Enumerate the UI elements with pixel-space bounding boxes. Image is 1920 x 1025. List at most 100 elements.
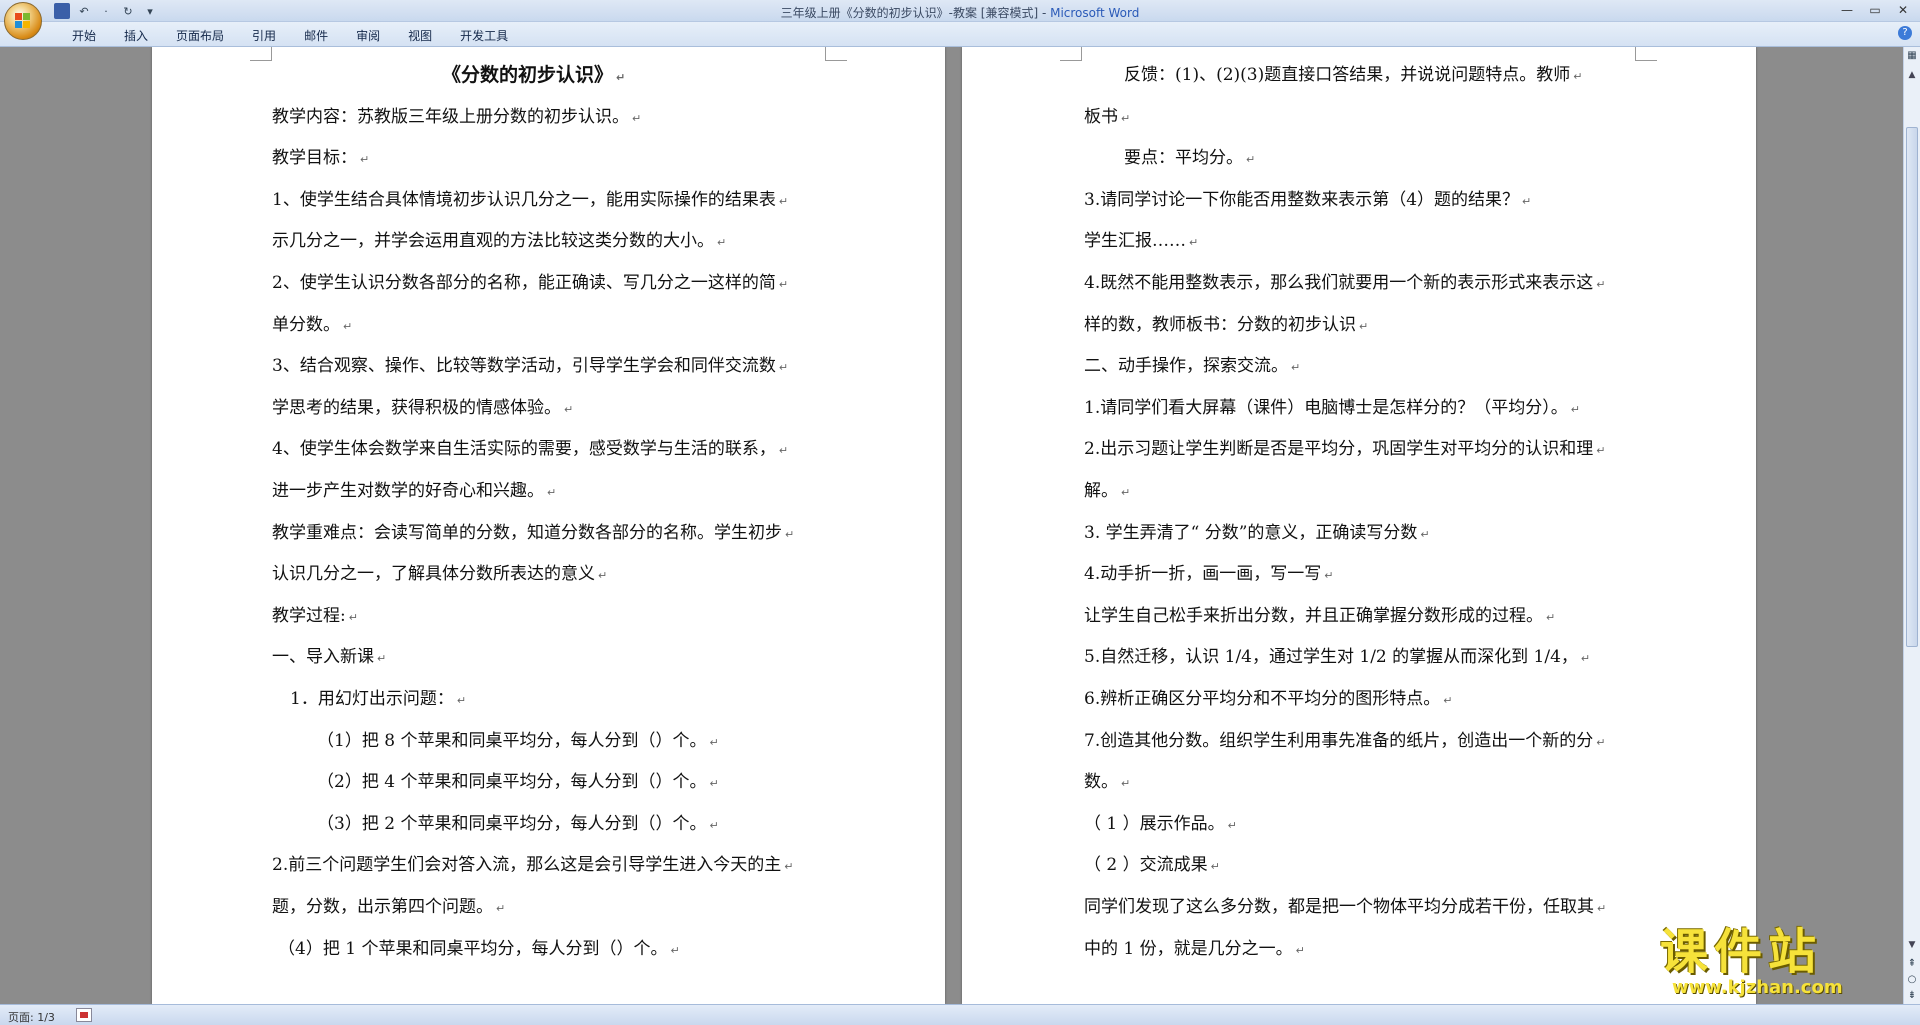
paragraph-text: 数。 — [1084, 772, 1118, 793]
paragraph-text: 板书 — [1084, 106, 1118, 127]
tab-insert[interactable]: 插入 — [110, 27, 162, 44]
paragraph-line[interactable]: 3. 学生弄清了“ 分数”的意义，正确读写分数 ↵ — [1084, 513, 1430, 554]
tab-view[interactable]: 视图 — [394, 27, 446, 44]
macro-recording-icon[interactable] — [76, 1008, 92, 1022]
paragraph-text: 解。 — [1084, 481, 1118, 501]
paragraph-line[interactable]: 要点：平均分。 ↵ — [1124, 138, 1255, 179]
paragraph-text: 4、使学生体会数学来自生活实际的需要，感受数学与生活的联系， — [272, 439, 776, 460]
margin-corner-mark — [825, 47, 847, 61]
paragraph-line[interactable]: 板书 ↵ — [1084, 97, 1130, 138]
paragraph-mark-icon: ↵ — [709, 777, 719, 791]
paragraph-mark-icon: ↵ — [456, 694, 467, 707]
paragraph-mark-icon: ↵ — [1570, 402, 1580, 416]
paragraph-line[interactable]: 学生汇报…… ↵ — [1084, 221, 1198, 262]
paragraph-line[interactable]: （4）把 1 个苹果和同桌平均分，每人分到（）个。 ↵ — [278, 929, 680, 970]
tab-review[interactable]: 审阅 — [342, 27, 394, 44]
paragraph-line[interactable]: 3、结合观察、操作、比较等数学活动，引导学生学会和同伴交流数 ↵ — [272, 346, 788, 387]
paragraph-line[interactable]: 3.请同学讨论一下你能否用整数来表示第（4）题的结果？ ↵ — [1084, 180, 1531, 221]
tab-developer[interactable]: 开发工具 — [446, 27, 522, 44]
paragraph-text: 样的数，教师板书：分数的初步认识 — [1084, 314, 1356, 335]
ribbon-tabs: 开始 插入 页面布局 引用 邮件 审阅 视图 开发工具 — [58, 27, 522, 44]
paragraph-line[interactable]: 1.请同学们看大屏幕（课件）电脑博士是怎样分的？（平均分）。 ↵ — [1084, 388, 1580, 429]
paragraph-line[interactable]: 教学目标： ↵ — [272, 138, 369, 179]
vertical-scrollbar[interactable]: ▦ ▲ ▼ ⇞ ○ ⇟ — [1903, 47, 1920, 1004]
minimize-button[interactable]: — — [1834, 1, 1860, 19]
paragraph-line[interactable]: 解。 ↵ — [1084, 471, 1130, 512]
ruler-toggle-icon[interactable]: ▦ — [1905, 49, 1919, 63]
paragraph-line[interactable]: 同学们发现了这么多分数，都是把一个物体平均分成若干份，任取其 ↵ — [1084, 887, 1606, 928]
paragraph-text: 4.动手折一折，画一画，写一写 — [1084, 564, 1322, 585]
paragraph-line[interactable]: 让学生自己松手来折出分数，并且正确掌握分数形成的过程。 ↵ — [1084, 596, 1555, 637]
paragraph-line[interactable]: 反馈：(1)、(2)(3)题直接口答结果，并说说问题特点。教师 ↵ — [1124, 55, 1582, 96]
scroll-down-arrow-icon[interactable]: ▼ — [1904, 937, 1920, 953]
paragraph-line[interactable]: 6.辨析正确区分平均分和不平均分的图形特点。 ↵ — [1084, 679, 1452, 720]
paragraph-text: 认识几分之一，了解具体分数所表达的意义 — [272, 564, 595, 585]
paragraph-line[interactable]: 进一步产生对数学的好奇心和兴趣。 ↵ — [272, 471, 556, 512]
maximize-button[interactable]: ▭ — [1862, 1, 1888, 19]
help-icon[interactable]: ? — [1898, 26, 1912, 40]
paragraph-line[interactable]: （3）把 2 个苹果和同桌平均分，每人分到（）个。 ↵ — [317, 804, 719, 845]
tab-page-layout[interactable]: 页面布局 — [162, 27, 238, 44]
browse-object-icon[interactable]: ○ — [1905, 973, 1919, 987]
paragraph-line[interactable]: 二、动手操作，探索交流。 ↵ — [1084, 346, 1300, 387]
document-page-right[interactable]: 反馈：(1)、(2)(3)题直接口答结果，并说说问题特点。教师 ↵ 板书 ↵ 要点：平均… — [962, 47, 1756, 1004]
paragraph-line[interactable]: 教学重难点：会读写简单的分数，知道分数各部分的名称。学生初步 ↵ — [272, 513, 794, 554]
paragraph-line[interactable]: 示几分之一，并学会运用直观的方法比较这类分数的大小。 ↵ — [272, 221, 726, 262]
tab-mailings[interactable]: 邮件 — [290, 27, 342, 44]
tab-references[interactable]: 引用 — [238, 27, 290, 44]
document-area[interactable]: 《分数的初步认识》 ↵ 教学内容：苏教版三年级上册分数的初步认识。 ↵ 教学目标： ↵ 1、… — [0, 47, 1903, 1004]
paragraph-line[interactable]: 2、使学生认识分数各部分的名称，能正确读、写几分之一这样的简 ↵ — [272, 263, 788, 304]
previous-page-icon[interactable]: ⇞ — [1905, 957, 1919, 971]
paragraph-mark-icon: ↵ — [1121, 486, 1131, 499]
paragraph-mark-icon: ↵ — [717, 236, 727, 250]
paragraph-line[interactable]: 4.动手折一折，画一画，写一写 ↵ — [1084, 554, 1333, 595]
paragraph-line[interactable]: （ 1 ）展示作品。 ↵ — [1084, 804, 1237, 845]
watermark-url: www.kjzhan.com — [1672, 977, 1843, 998]
paragraph-text: 6.辨析正确区分平均分和不平均分的图形特点。 — [1084, 689, 1441, 709]
paragraph-line[interactable]: 4、使学生体会数学来自生活实际的需要，感受数学与生活的联系， ↵ — [272, 429, 788, 470]
close-button[interactable]: ✕ — [1890, 1, 1916, 19]
document-page-left[interactable]: 《分数的初步认识》 ↵ 教学内容：苏教版三年级上册分数的初步认识。 ↵ 教学目标： ↵ 1、… — [152, 47, 945, 1004]
paragraph-text: 教学目标： — [272, 148, 357, 169]
paragraph-line[interactable]: 学思考的结果，获得积极的情感体验。 ↵ — [272, 388, 573, 429]
watermark-title: 课件站 — [1660, 924, 1823, 980]
paragraph-mark-icon: ↵ — [778, 444, 789, 458]
paragraph-line[interactable]: 1．用幻灯出示问题： ↵ — [290, 679, 466, 720]
paragraph-line[interactable]: 2.出示习题让学生判断是否是平均分，巩固学生对平均分的认识和理 ↵ — [1084, 429, 1605, 470]
paragraph-line[interactable]: 4.既然不能用整数表示，那么我们就要用一个新的表示形式来表示这 ↵ — [1084, 263, 1605, 304]
paragraph-line[interactable]: （2）把 4 个苹果和同桌平均分，每人分到（）个。 ↵ — [317, 762, 719, 803]
paragraph-line[interactable]: 1、使学生结合具体情境初步认识几分之一，能用实际操作的结果表 ↵ — [272, 180, 788, 221]
paragraph-line[interactable]: 中的 1 份，就是几分之一。 ↵ — [1084, 929, 1305, 970]
paragraph-text: 学生汇报…… — [1084, 231, 1186, 252]
paragraph-text: （4）把 1 个苹果和同桌平均分，每人分到（）个。 — [278, 938, 668, 959]
paragraph-line[interactable]: 单分数。 ↵ — [272, 305, 352, 346]
paragraph-line[interactable]: 教学过程: ↵ — [272, 596, 358, 637]
paragraph-line[interactable]: 5.自然迁移，认识 1/4，通过学生对 1/2 的掌握从而深化到 1/4， ↵ — [1084, 637, 1590, 678]
paragraph-mark-icon: ↵ — [1295, 943, 1305, 957]
office-logo-icon — [15, 13, 31, 29]
paragraph-text: 单分数。 — [272, 314, 340, 335]
scroll-thumb[interactable] — [1906, 127, 1918, 647]
tab-home[interactable]: 开始 — [58, 27, 110, 44]
paragraph-line[interactable]: 7.创造其他分数。组织学生利用事先准备的纸片，创造出一个新的分 ↵ — [1084, 721, 1605, 762]
paragraph-line[interactable]: 教学内容：苏教版三年级上册分数的初步认识。 ↵ — [272, 97, 641, 138]
paragraph-line[interactable]: （ 2 ）交流成果 ↵ — [1084, 845, 1220, 886]
next-page-icon[interactable]: ⇟ — [1905, 989, 1919, 1003]
paragraph-line[interactable]: 数。 ↵ — [1084, 762, 1130, 803]
paragraph-line[interactable]: 题，分数，出示第四个问题。 ↵ — [272, 887, 505, 928]
paragraph-text: （ 1 ）展示作品。 — [1084, 813, 1225, 834]
paragraph-mark-icon: ↵ — [1324, 569, 1334, 583]
ribbon-tab-bar: 开始 插入 页面布局 引用 邮件 审阅 视图 开发工具 ? — [0, 22, 1920, 47]
paragraph-text: 教学内容：苏教版三年级上册分数的初步认识。 — [272, 106, 629, 127]
page-count-status[interactable]: 页面: 1/3 — [8, 1009, 55, 1025]
paragraph-line[interactable]: 一、导入新课 ↵ — [272, 637, 386, 678]
paragraph-mark-icon: ↵ — [1596, 444, 1606, 458]
paragraph-line[interactable]: （1）把 8 个苹果和同桌平均分，每人分到（）个。 ↵ — [317, 721, 719, 762]
document-title-heading[interactable]: 《分数的初步认识》 ↵ — [442, 55, 625, 96]
paragraph-line[interactable]: 认识几分之一，了解具体分数所表达的意义 ↵ — [272, 554, 607, 595]
paragraph-line[interactable]: 2.前三个问题学生们会对答入流，那么这是会引导学生进入今天的主 ↵ — [272, 845, 793, 886]
paragraph-mark-icon: ↵ — [1227, 818, 1237, 832]
paragraph-line[interactable]: 样的数，教师板书：分数的初步认识 ↵ — [1084, 305, 1368, 346]
scroll-up-arrow-icon[interactable]: ▲ — [1904, 67, 1920, 83]
office-button[interactable] — [4, 2, 42, 40]
